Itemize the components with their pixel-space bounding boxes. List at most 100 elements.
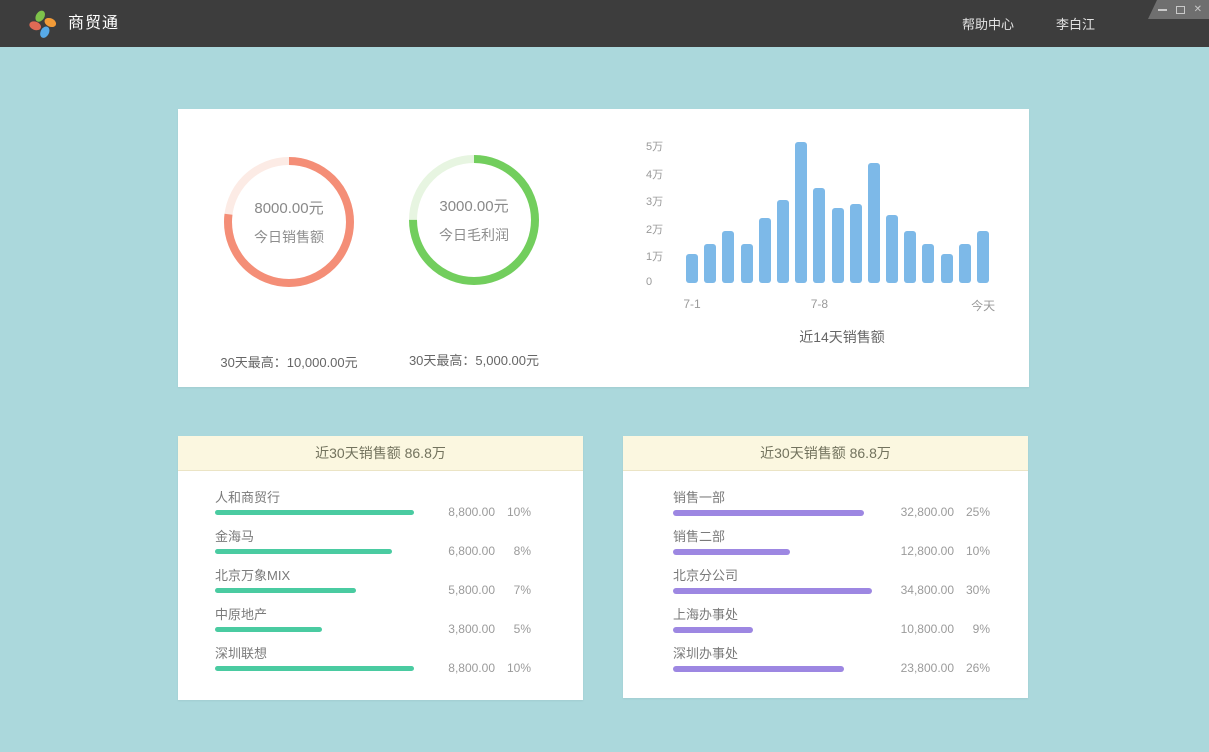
departments-30d-card: 近30天销售额 86.8万 销售一部32,800.0025%销售二部12,800… <box>623 436 1028 698</box>
item-percent: 9% <box>954 622 990 636</box>
window-controls: ✕ <box>1148 0 1209 19</box>
customers-30d-card: 近30天销售额 86.8万 人和商贸行8,800.0010%金海马6,800.0… <box>178 436 583 700</box>
item-amount: 3,800.00 <box>431 622 495 636</box>
bar[interactable] <box>941 254 953 283</box>
customers-card-title: 近30天销售额 86.8万 <box>178 436 583 471</box>
user-name-menu[interactable]: 李白江 <box>1056 14 1095 33</box>
item-values: 8,800.0010% <box>431 661 531 675</box>
bar[interactable] <box>777 200 789 283</box>
today-sales-label: 今日销售额 <box>254 227 324 247</box>
y-tick-label: 2万 <box>646 221 663 237</box>
item-values: 8,800.0010% <box>431 505 531 519</box>
bar[interactable] <box>922 244 934 283</box>
app-title: 商贸通 <box>68 0 119 47</box>
item-progress-bar <box>673 549 790 555</box>
bar[interactable] <box>741 244 753 283</box>
maximize-icon[interactable] <box>1176 6 1185 14</box>
item-amount: 6,800.00 <box>431 544 495 558</box>
minimize-icon[interactable] <box>1158 9 1167 11</box>
app-logo-pinwheel-icon <box>28 9 58 39</box>
y-tick-label: 3万 <box>646 193 663 209</box>
item-values: 12,800.0010% <box>890 544 990 558</box>
item-percent: 25% <box>954 505 990 519</box>
item-values: 3,800.005% <box>431 622 531 636</box>
today-profit-value: 3000.00元 <box>439 195 508 216</box>
bar[interactable] <box>832 208 844 283</box>
bar[interactable] <box>959 244 971 283</box>
item-name: 人和商贸行 <box>215 490 583 505</box>
y-tick-label: 1万 <box>646 248 663 264</box>
today-sales-donut: 8000.00元 今日销售额 30天最高：10,000.00元 <box>223 156 355 288</box>
bar-chart-y-axis: 01万2万3万4万5万 <box>646 109 680 283</box>
bar[interactable] <box>722 231 734 283</box>
bar[interactable] <box>850 204 862 283</box>
y-tick-label: 5万 <box>646 138 663 154</box>
item-values: 23,800.0026% <box>890 661 990 675</box>
item-progress-bar <box>673 510 864 516</box>
today-profit-30d-max: 30天最高：5,000.00元 <box>354 350 594 369</box>
item-progress-bar <box>673 588 872 594</box>
today-profit-donut: 3000.00元 今日毛利润 30天最高：5,000.00元 <box>408 154 540 286</box>
close-icon[interactable]: ✕ <box>1194 5 1202 15</box>
list-item[interactable]: 北京万象MIX5,800.007% <box>178 568 583 607</box>
item-name: 金海马 <box>215 529 583 544</box>
item-name: 销售二部 <box>673 529 1028 544</box>
list-item[interactable]: 人和商贸行8,800.0010% <box>178 490 583 529</box>
y-tick-label: 4万 <box>646 166 663 182</box>
x-tick-label: 7-8 <box>811 297 828 311</box>
item-amount: 8,800.00 <box>431 505 495 519</box>
bar[interactable] <box>868 163 880 283</box>
item-values: 6,800.008% <box>431 544 531 558</box>
list-item[interactable]: 北京分公司34,800.0030% <box>623 568 1028 607</box>
item-name: 深圳联想 <box>215 646 583 661</box>
item-amount: 8,800.00 <box>431 661 495 675</box>
titlebar: 商贸通 帮助中心 李白江 ✕ <box>0 0 1209 47</box>
item-values: 34,800.0030% <box>890 583 990 597</box>
item-progress-bar <box>673 666 844 672</box>
bar-chart-title: 近14天销售额 <box>686 327 998 347</box>
item-amount: 10,800.00 <box>890 622 954 636</box>
item-amount: 5,800.00 <box>431 583 495 597</box>
item-values: 10,800.009% <box>890 622 990 636</box>
item-progress-bar <box>215 666 414 671</box>
bar-chart-x-axis: 7-17-8今天 <box>686 297 992 313</box>
item-percent: 7% <box>495 583 531 597</box>
bar[interactable] <box>904 231 916 283</box>
bar[interactable] <box>813 188 825 283</box>
item-name: 北京分公司 <box>673 568 1028 583</box>
x-tick-label: 7-1 <box>683 297 700 311</box>
list-item[interactable]: 深圳联想8,800.0010% <box>178 646 583 685</box>
item-amount: 32,800.00 <box>890 505 954 519</box>
list-item[interactable]: 上海办事处10,800.009% <box>623 607 1028 646</box>
departments-list: 销售一部32,800.0025%销售二部12,800.0010%北京分公司34,… <box>623 471 1028 685</box>
list-item[interactable]: 金海马6,800.008% <box>178 529 583 568</box>
today-profit-label: 今日毛利润 <box>439 225 509 245</box>
item-percent: 26% <box>954 661 990 675</box>
list-item[interactable]: 中原地产3,800.005% <box>178 607 583 646</box>
bar[interactable] <box>795 142 807 283</box>
titlebar-nav: 帮助中心 李白江 <box>962 0 1095 47</box>
item-progress-bar <box>673 627 753 633</box>
summary-card: 8000.00元 今日销售额 30天最高：10,000.00元 3000.00元… <box>178 109 1029 387</box>
list-item[interactable]: 销售一部32,800.0025% <box>623 490 1028 529</box>
item-amount: 34,800.00 <box>890 583 954 597</box>
departments-card-title: 近30天销售额 86.8万 <box>623 436 1028 471</box>
bar[interactable] <box>886 215 898 283</box>
bar[interactable] <box>977 231 989 283</box>
bar[interactable] <box>759 218 771 283</box>
item-percent: 10% <box>954 544 990 558</box>
item-name: 北京万象MIX <box>215 568 583 583</box>
item-values: 5,800.007% <box>431 583 531 597</box>
bar[interactable] <box>686 254 698 283</box>
item-name: 销售一部 <box>673 490 1028 505</box>
item-values: 32,800.0025% <box>890 505 990 519</box>
list-item[interactable]: 深圳办事处23,800.0026% <box>623 646 1028 685</box>
help-center-link[interactable]: 帮助中心 <box>962 14 1014 33</box>
list-item[interactable]: 销售二部12,800.0010% <box>623 529 1028 568</box>
today-sales-value: 8000.00元 <box>254 197 323 218</box>
bar[interactable] <box>704 244 716 283</box>
item-name: 深圳办事处 <box>673 646 1028 661</box>
item-progress-bar <box>215 588 356 593</box>
item-percent: 8% <box>495 544 531 558</box>
item-progress-bar <box>215 510 414 515</box>
